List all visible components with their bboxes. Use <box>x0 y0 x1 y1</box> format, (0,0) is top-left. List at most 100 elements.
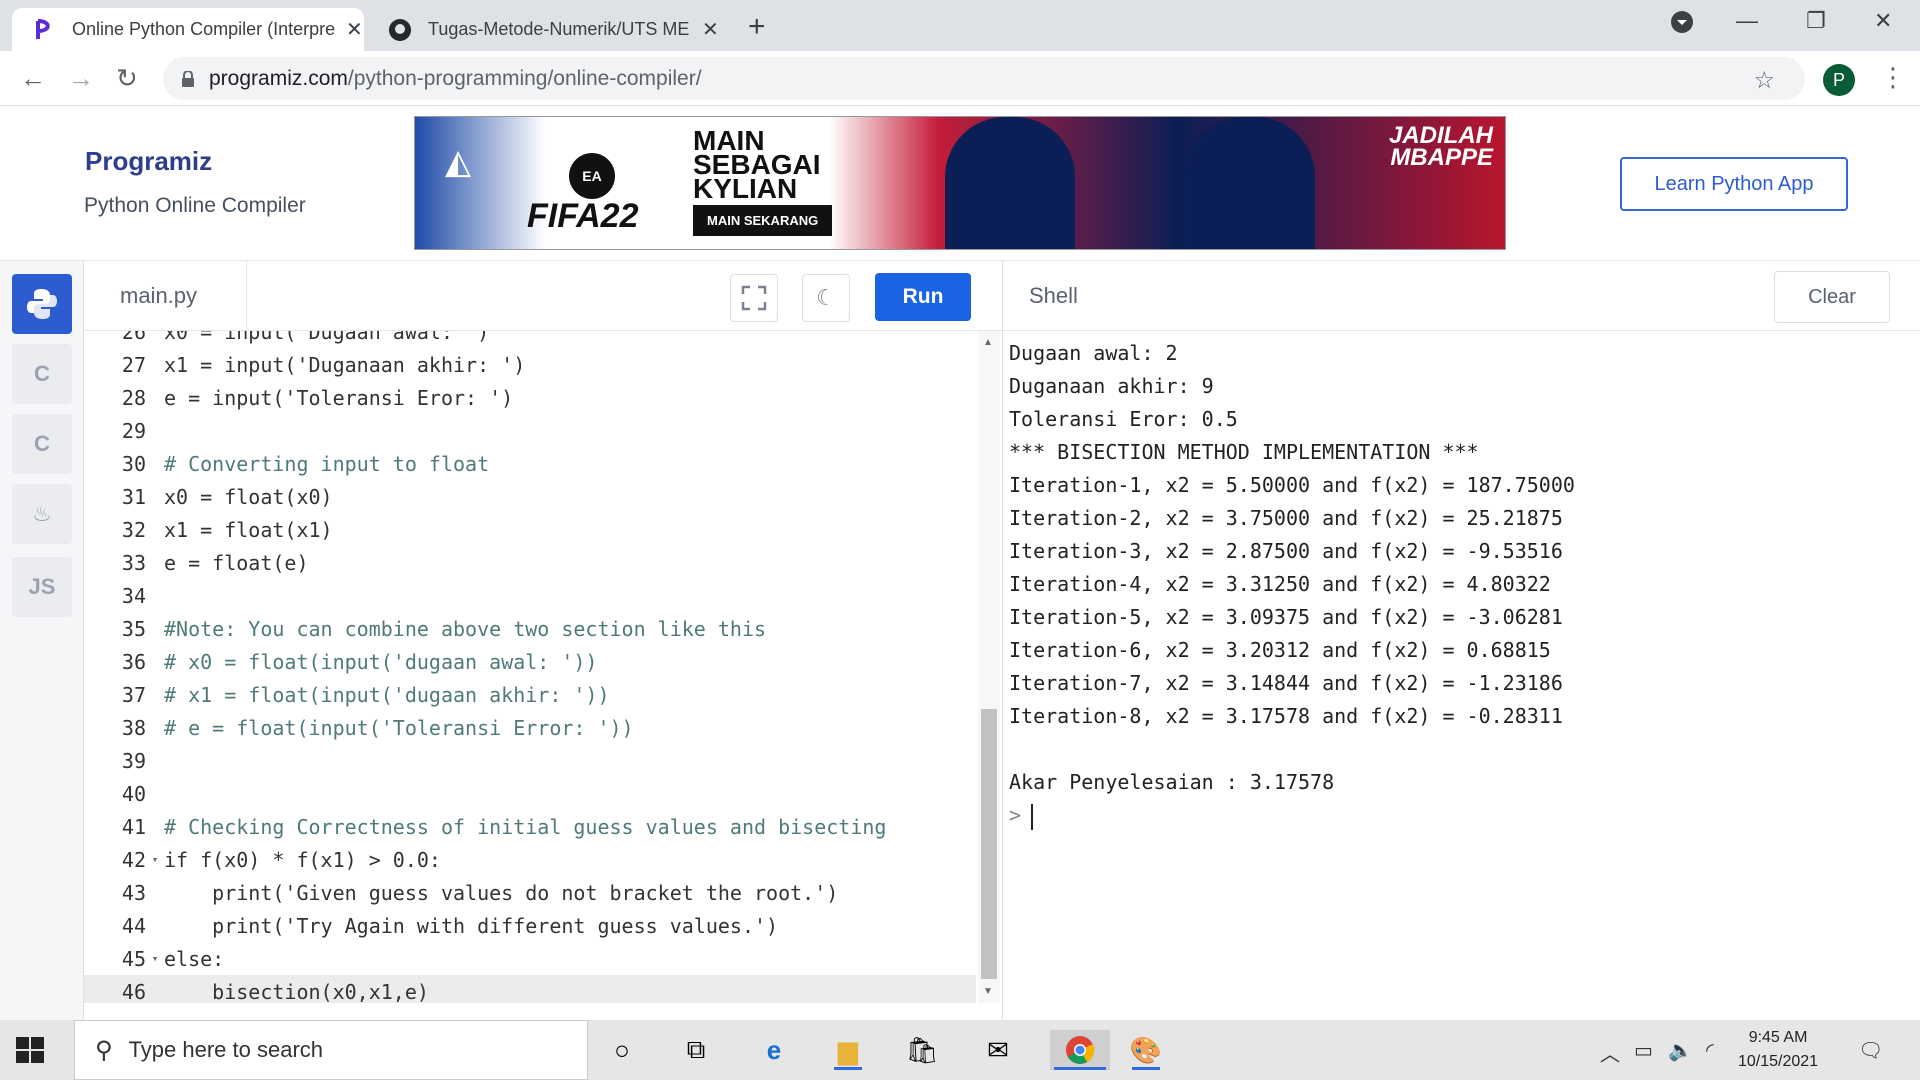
learn-python-app-button[interactable]: Learn Python App <box>1620 157 1848 211</box>
running-indicator <box>1054 1067 1106 1070</box>
code-text: x0 = input('Dugaan awal: ') <box>164 331 490 344</box>
mail-icon[interactable]: ✉ <box>976 1030 1020 1070</box>
line-number: 46 <box>121 979 146 1004</box>
clear-button[interactable]: Clear <box>1774 271 1890 323</box>
show-hidden-icons-chevron-icon[interactable]: ︿ <box>1600 1038 1620 1067</box>
fullscreen-icon[interactable] <box>730 274 778 322</box>
tab-close-icon[interactable]: ✕ <box>702 17 719 42</box>
reload-icon[interactable]: ↻ <box>116 63 138 94</box>
playstation-icon: ◭ <box>445 143 472 181</box>
forward-arrow-icon[interactable]: → <box>68 63 94 94</box>
advertisement-banner[interactable]: ◭ EA FIFA22 MAIN SEBAGAI KYLIAN MAIN SEK… <box>414 116 1506 250</box>
language-sidebar: C C ♨ JS <box>0 261 84 1020</box>
line-number: 36 <box>121 649 146 674</box>
line-number: 37 <box>121 682 146 707</box>
taskbar-search-placeholder: Type here to search <box>128 1037 324 1062</box>
programiz-logo[interactable]: Programiz <box>85 146 212 177</box>
microsoft-store-icon[interactable]: 🛍 <box>900 1030 944 1070</box>
bookmark-star-icon[interactable]: ☆ <box>1753 66 1775 95</box>
running-indicator <box>1132 1067 1160 1070</box>
tab-title: Online Python Compiler (Interpre <box>72 19 336 39</box>
shell-output-line: Duganaan akhir: 9 <box>1009 374 1214 398</box>
cortana-circle-icon[interactable]: ○ <box>600 1030 644 1070</box>
ad-headline: MAIN SEBAGAI KYLIAN <box>693 127 821 203</box>
shell-output-line: Iteration-7, x2 = 3.14844 and f(x2) = -1… <box>1009 671 1563 695</box>
address-bar[interactable]: programiz.com/python-programming/online-… <box>163 57 1805 100</box>
search-icon: ⚲ <box>95 1036 113 1064</box>
code-text: else: <box>164 946 225 971</box>
notifications-icon[interactable]: 🗨 <box>1858 1038 1883 1063</box>
code-line: 33 e = float(e) <box>84 546 976 579</box>
code-line: 42 ▾ if f(x0) * f(x1) > 0.0: <box>84 843 976 876</box>
code-text: if f(x0) * f(x1) > 0.0: <box>164 847 441 872</box>
chrome-icon[interactable] <box>1050 1030 1110 1070</box>
fold-arrow-icon[interactable]: ▾ <box>146 952 164 965</box>
battery-icon[interactable]: ▭ <box>1634 1038 1653 1063</box>
ad-player-image <box>945 117 1075 249</box>
lock-icon <box>182 70 194 87</box>
code-text: e = float(e) <box>164 550 309 575</box>
java-icon[interactable]: ♨ <box>12 484 72 544</box>
tab-close-icon[interactable]: ✕ <box>346 17 363 42</box>
scroll-up-arrow-icon[interactable]: ▲ <box>983 337 993 348</box>
tab-programiz[interactable]: Online Python Compiler (Interpre ✕ <box>12 8 364 51</box>
code-text: print('Given guess values do not bracket… <box>164 880 839 905</box>
shell-title: Shell <box>1029 283 1078 308</box>
code-line: 37 # x1 = float(input('dugaan akhir: ')) <box>84 678 976 711</box>
system-clock[interactable]: 9:45 AM 10/15/2021 <box>1738 1026 1818 1074</box>
windows-taskbar: ⚲ Type here to search ○ ⧉ e ▆ 🛍 ✉ 🎨 ︿ ▭ … <box>0 1020 1920 1080</box>
file-tab-main-py[interactable]: main.py <box>84 261 247 331</box>
task-view-icon[interactable]: ⧉ <box>674 1030 718 1070</box>
taskbar-search-box[interactable]: ⚲ Type here to search <box>74 1020 588 1080</box>
shell-output-line: Iteration-3, x2 = 2.87500 and f(x2) = -9… <box>1009 539 1563 563</box>
shell-toolbar: Shell Clear <box>1002 261 1920 331</box>
line-number: 26 <box>121 331 146 344</box>
fold-arrow-icon[interactable]: ▾ <box>146 853 164 866</box>
windows-start-icon[interactable] <box>14 1034 46 1066</box>
code-text: x1 = input('Duganaan akhir: ') <box>164 352 526 377</box>
python-icon[interactable] <box>12 274 72 334</box>
clock-time: 9:45 AM <box>1748 1029 1808 1046</box>
code-editor[interactable]: 26 x0 = input('Dugaan awal: ') 27 x1 = in… <box>84 331 1002 1003</box>
wifi-icon[interactable]: ◜ <box>1706 1038 1714 1063</box>
tab-title: Tugas-Metode-Numerik/UTS ME <box>428 19 690 39</box>
restore-icon[interactable]: ❐ <box>1806 8 1826 34</box>
cpp-icon[interactable]: C <box>12 414 72 474</box>
browser-menu-icon[interactable]: ⋮ <box>1880 62 1906 93</box>
line-number: 30 <box>121 451 146 476</box>
ad-cta-button[interactable]: MAIN SEKARANG <box>693 205 833 236</box>
profile-avatar[interactable]: P <box>1823 64 1855 96</box>
code-line: 45 ▾ else: <box>84 942 976 975</box>
code-line: 43 print('Given guess values do not brac… <box>84 876 976 909</box>
javascript-icon[interactable]: JS <box>12 557 72 617</box>
edge-browser-icon[interactable]: e <box>752 1030 796 1070</box>
tab-github[interactable]: Tugas-Metode-Numerik/UTS ME ✕ <box>368 8 720 51</box>
code-line: 44 print('Try Again with different guess… <box>84 909 976 942</box>
run-button[interactable]: Run <box>875 273 971 321</box>
running-indicator <box>834 1067 862 1070</box>
ad-slogan-line: MBAPPE <box>1390 144 1493 171</box>
c-icon[interactable]: C <box>12 344 72 404</box>
code-text: #Note: You can combine above two section… <box>164 616 767 641</box>
code-line: 32 x1 = float(x1) <box>84 513 976 546</box>
close-window-icon[interactable]: ✕ <box>1874 8 1892 34</box>
minimize-icon[interactable]: — <box>1736 8 1758 34</box>
shell-output-line <box>1009 733 1920 766</box>
back-arrow-icon[interactable]: ← <box>20 63 46 94</box>
line-number: 40 <box>121 781 146 806</box>
scrollbar-thumb[interactable] <box>981 709 997 979</box>
file-explorer-icon[interactable]: ▆ <box>826 1030 870 1070</box>
editor-scrollbar[interactable]: ▲ ▼ <box>978 331 1000 1003</box>
line-number: 39 <box>121 748 146 773</box>
new-tab-plus-icon[interactable]: + <box>748 10 766 44</box>
volume-icon[interactable]: 🔈 <box>1668 1038 1693 1063</box>
dark-mode-moon-icon[interactable]: ☾ <box>802 274 850 322</box>
shell-prompt-line[interactable]: > <box>1009 799 1920 832</box>
code-text: x0 = float(x0) <box>164 484 333 509</box>
tab-search-icon[interactable] <box>1670 10 1694 40</box>
editor-toolbar: main.py ☾ Run <box>84 261 1002 331</box>
paint-icon[interactable]: 🎨 <box>1124 1030 1168 1070</box>
shell-output[interactable]: Dugaan awal: 2 Duganaan akhir: 9 Toleransi… <box>1002 331 1920 1020</box>
scroll-down-arrow-icon[interactable]: ▼ <box>983 986 993 997</box>
compiler-subtitle: Python Online Compiler <box>84 194 306 217</box>
